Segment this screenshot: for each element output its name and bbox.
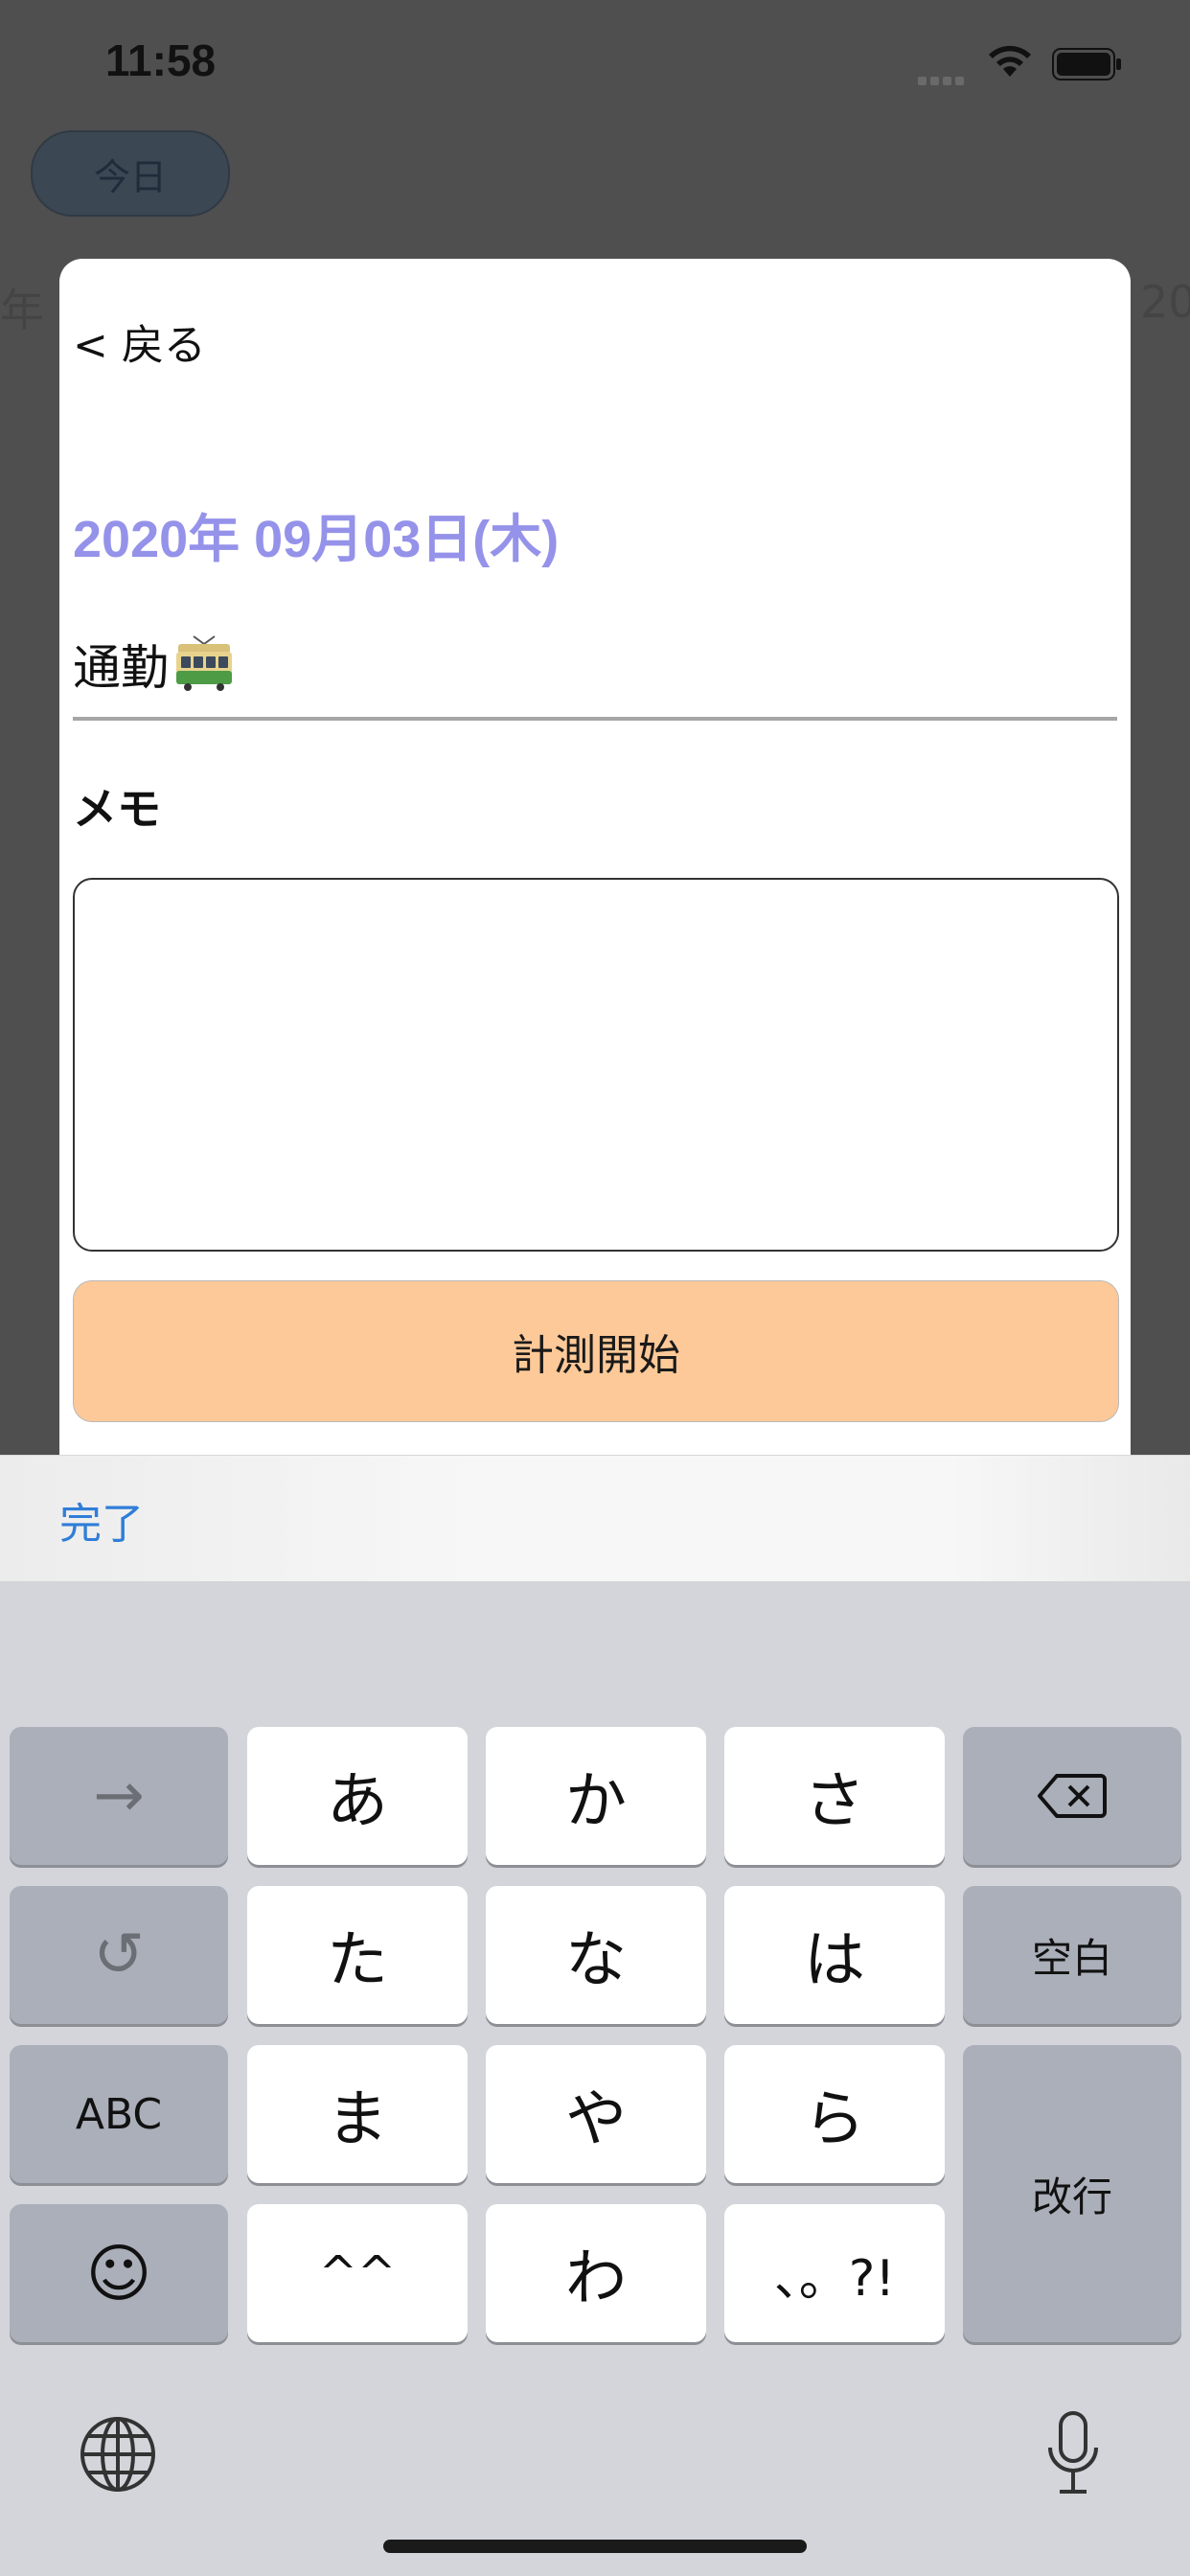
tram-icon	[176, 635, 232, 691]
title-text: 通勤	[73, 640, 169, 696]
memo-textarea[interactable]	[73, 878, 1119, 1252]
key-sa[interactable]: さ	[724, 1727, 945, 1865]
date-title: 2020年 09月03日(木)	[73, 511, 560, 568]
wifi-icon	[989, 45, 1031, 77]
key-arrow-right[interactable]: →	[10, 1727, 228, 1865]
globe-icon[interactable]	[79, 2415, 157, 2494]
key-punctuation[interactable]: 、。?!	[724, 2204, 945, 2342]
key-ha[interactable]: は	[724, 1886, 945, 2024]
key-ka[interactable]: か	[486, 1727, 706, 1865]
status-time: 11:58	[105, 35, 217, 85]
key-ra[interactable]: ら	[724, 2045, 945, 2183]
key-a[interactable]: あ	[247, 1727, 468, 1865]
title-underline	[73, 717, 1117, 721]
title-field[interactable]: 通勤	[73, 632, 236, 696]
key-return[interactable]: 改行	[963, 2045, 1181, 2342]
memo-label: メモ	[73, 783, 161, 835]
japanese-keyboard: → あ か さ ↺ た な は 空白 ABC ま や ら 改行 ☺ ^^ わ 、…	[0, 1581, 1190, 2576]
microphone-icon[interactable]	[1042, 2409, 1104, 2497]
start-measurement-button[interactable]: 計測開始	[73, 1280, 1119, 1422]
key-abc[interactable]: ABC	[10, 2045, 228, 2183]
key-undo[interactable]: ↺	[10, 1886, 228, 2024]
signal-icon	[918, 71, 972, 85]
back-button[interactable]: < 戻る	[73, 310, 206, 372]
key-kaomoji[interactable]: ^^	[247, 2204, 468, 2342]
done-button[interactable]: 完了	[59, 1489, 144, 1551]
key-na[interactable]: な	[486, 1886, 706, 2024]
keyboard-accessory-bar	[0, 1455, 1190, 1582]
key-space[interactable]: 空白	[963, 1886, 1181, 2024]
battery-icon	[1052, 48, 1121, 80]
key-ma[interactable]: ま	[247, 2045, 468, 2183]
entry-modal	[59, 259, 1131, 1457]
key-delete[interactable]	[963, 1727, 1181, 1865]
today-button: 今日	[31, 130, 230, 217]
key-ya[interactable]: や	[486, 2045, 706, 2183]
delete-icon	[1038, 1774, 1107, 1818]
background-date-text: 年	[0, 285, 44, 336]
background-date-text-right: 20	[1140, 276, 1190, 328]
key-ta[interactable]: た	[247, 1886, 468, 2024]
home-indicator[interactable]	[383, 2540, 807, 2553]
key-wa[interactable]: わ	[486, 2204, 706, 2342]
key-emoji[interactable]: ☺	[10, 2204, 228, 2342]
